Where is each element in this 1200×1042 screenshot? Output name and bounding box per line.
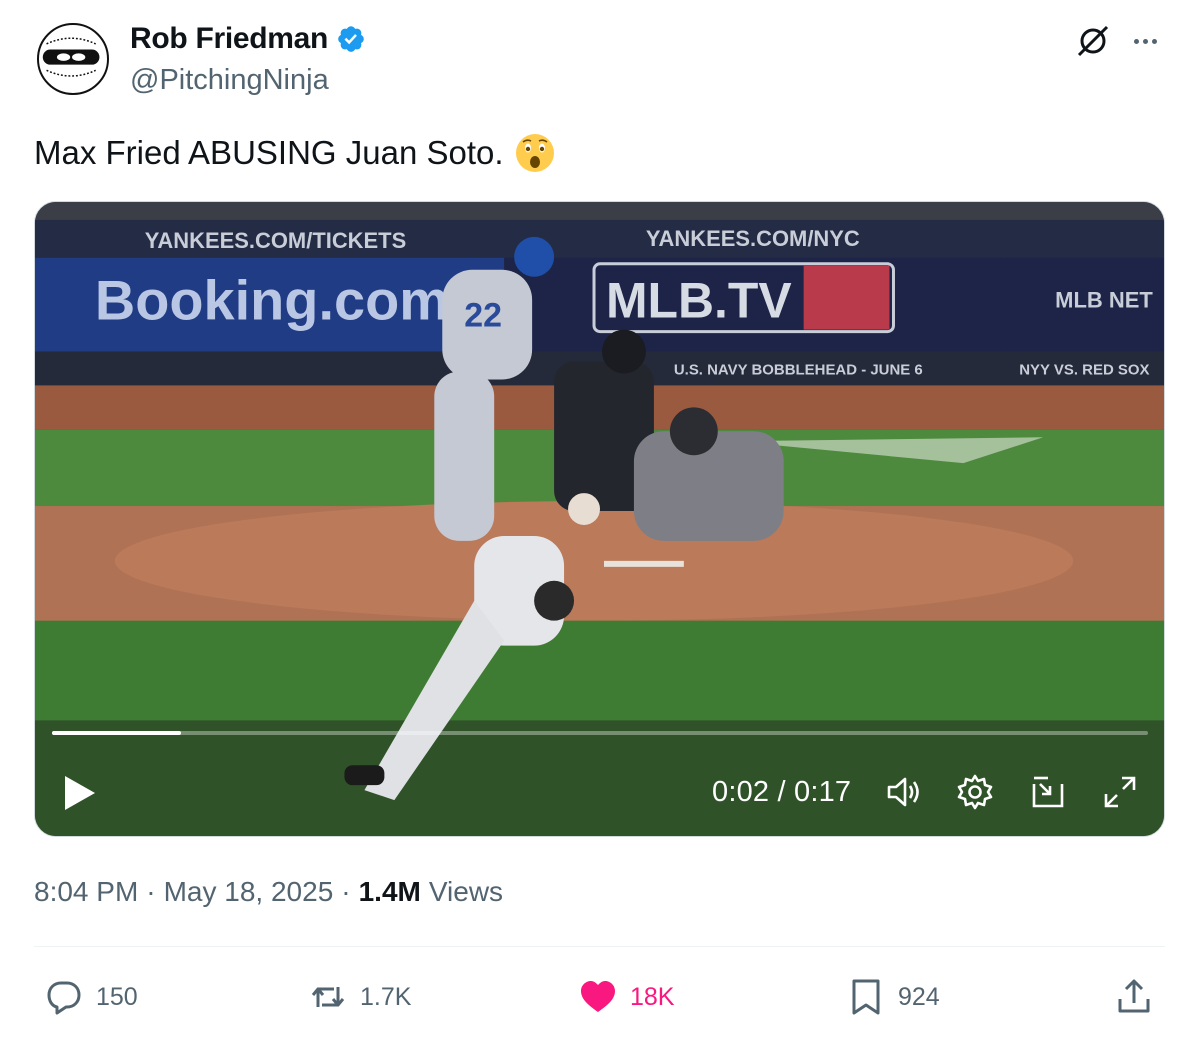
sign-tickets: YANKEES.COM/TICKETS — [145, 228, 406, 253]
repost-button[interactable]: 1.7K — [308, 974, 411, 1020]
repost-icon — [311, 987, 345, 1007]
play-icon[interactable] — [61, 772, 99, 814]
divider — [34, 946, 1165, 947]
jersey-number: 22 — [464, 297, 502, 335]
baseball-ninja-logo — [40, 26, 102, 88]
views-label: Views — [428, 876, 504, 907]
handle[interactable]: @PitchingNinja — [130, 64, 329, 97]
video-progress-bar[interactable] — [52, 731, 1148, 735]
views-count[interactable]: 1.4M — [359, 876, 421, 908]
like-button[interactable]: 18K — [578, 974, 674, 1020]
bookmark-count: 924 — [898, 982, 940, 1011]
share-button[interactable] — [1114, 974, 1154, 1020]
video-progress-fill — [52, 731, 181, 735]
tweet-body: Max Fried ABUSING Juan Soto. — [34, 134, 504, 171]
bookmark-button[interactable]: 924 — [846, 974, 940, 1020]
avatar[interactable] — [37, 23, 109, 95]
reply-icon — [47, 981, 81, 1015]
sign-nyc: YANKEES.COM/NYC — [646, 226, 860, 251]
repost-count: 1.7K — [360, 982, 412, 1011]
fullscreen-icon[interactable] — [1100, 772, 1140, 812]
tweet-date[interactable]: May 18, 2025 — [164, 876, 334, 908]
verified-badge-icon[interactable] — [336, 24, 366, 54]
video-player[interactable]: YANKEES.COM/TICKETS YANKEES.COM/NYC Book… — [34, 201, 1165, 837]
reply-count: 150 — [96, 982, 138, 1011]
bookmark-icon — [852, 979, 880, 1015]
like-count: 18K — [630, 982, 675, 1011]
sign-nyy-vs: NYY VS. RED SOX — [1019, 361, 1149, 378]
tweet-time[interactable]: 8:04 PM — [34, 876, 138, 908]
heart-filled-icon — [581, 981, 615, 1012]
video-time: 0:02 / 0:17 — [712, 776, 852, 808]
tweet-text: Max Fried ABUSING Juan Soto. — [34, 132, 556, 174]
reply-button[interactable]: 150 — [44, 974, 138, 1020]
meta-separator: · — [146, 876, 156, 907]
sign-bobblehead: U.S. NAVY BOBBLEHEAD - JUNE 6 — [674, 361, 923, 378]
pop-out-icon[interactable] — [1028, 772, 1068, 812]
settings-icon[interactable] — [955, 772, 995, 812]
display-name[interactable]: Rob Friedman — [130, 22, 328, 56]
sign-mlb-network: MLB NET — [1055, 288, 1153, 313]
sign-mlbtv: MLB.TV — [606, 273, 792, 329]
astonished-face-emoji-icon — [515, 134, 554, 172]
volume-icon[interactable] — [883, 772, 923, 812]
grok-icon[interactable] — [1074, 22, 1112, 60]
video-frame: YANKEES.COM/TICKETS YANKEES.COM/NYC Book… — [35, 202, 1164, 836]
tweet-metadata: 8:04 PM · May 18, 2025 · 1.4M Views — [34, 876, 503, 908]
more-options-icon[interactable] — [1128, 26, 1162, 56]
sign-booking: Booking.com — [95, 269, 449, 332]
meta-separator: · — [341, 876, 351, 907]
share-icon — [1118, 979, 1150, 1013]
